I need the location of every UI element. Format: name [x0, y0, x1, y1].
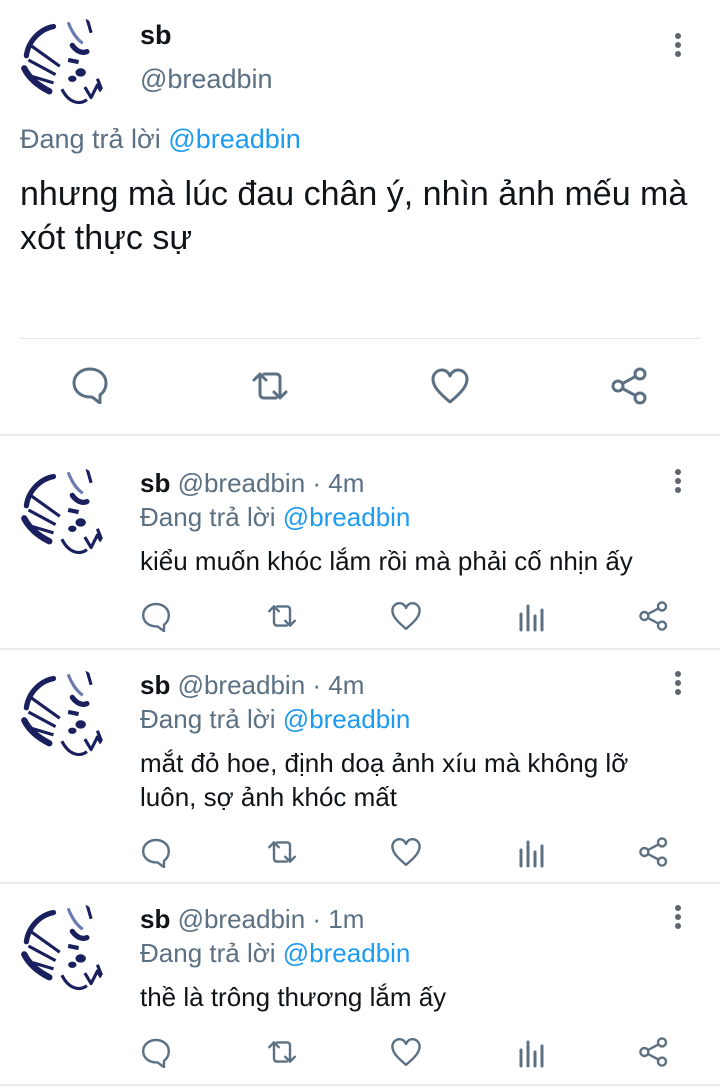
- tweet-text: mắt đỏ hoe, định doạ ảnh xíu mà không lỡ…: [140, 746, 628, 814]
- divider: [0, 1084, 720, 1086]
- reply-icon[interactable]: [140, 836, 172, 868]
- more-options-icon[interactable]: [668, 30, 688, 62]
- tweet-text: nhưng mà lúc đau chân ý, nhìn ảnh mếu mà…: [20, 172, 687, 260]
- retweet-icon[interactable]: [248, 366, 292, 406]
- author-handle-time[interactable]: @breadbin · 4m: [178, 468, 365, 498]
- reply-prefix: Đang trả lời: [20, 124, 161, 154]
- reply-icon[interactable]: [140, 600, 172, 632]
- avatar[interactable]: [18, 666, 112, 760]
- reply-to-link[interactable]: @breadbin: [283, 502, 411, 532]
- tweet-text-line: mắt đỏ hoe, định doạ ảnh xíu mà không lỡ: [140, 748, 629, 778]
- tweet-text-line: kiểu muốn khóc lắm rồi mà phải cố nhịn ấ…: [140, 546, 633, 576]
- like-icon[interactable]: [430, 366, 470, 406]
- reply-prefix: Đang trả lời: [140, 502, 276, 532]
- reply-context: Đang trả lời @breadbin: [140, 704, 410, 735]
- reply-header: sb @breadbin · 4m: [140, 670, 364, 701]
- share-icon[interactable]: [638, 836, 670, 868]
- author-name[interactable]: sb: [140, 904, 170, 934]
- more-options-icon[interactable]: [668, 466, 688, 498]
- tweet-text-line: nhưng mà lúc đau chân ý, nhìn ảnh mếu mà: [20, 175, 688, 213]
- tweet-text-line: luôn, sợ ảnh khóc mất: [140, 782, 397, 812]
- analytics-icon[interactable]: [516, 1036, 548, 1068]
- share-icon[interactable]: [638, 600, 670, 632]
- author-handle[interactable]: @breadbin: [140, 64, 273, 95]
- reply-context: Đang trả lời @breadbin: [140, 502, 410, 533]
- reply-context: Đang trả lời @breadbin: [140, 938, 410, 969]
- author-name[interactable]: sb: [140, 468, 170, 498]
- author-handle-time[interactable]: @breadbin · 1m: [178, 904, 365, 934]
- reply-to-link[interactable]: @breadbin: [168, 124, 301, 154]
- like-icon[interactable]: [390, 600, 422, 632]
- divider: [20, 338, 700, 339]
- retweet-icon[interactable]: [264, 836, 300, 868]
- author-name[interactable]: sb: [140, 670, 170, 700]
- reply-icon[interactable]: [140, 1036, 172, 1068]
- reply-prefix: Đang trả lời: [140, 704, 276, 734]
- reply-context: Đang trả lời @breadbin: [20, 124, 301, 155]
- reply-prefix: Đang trả lời: [140, 938, 276, 968]
- analytics-icon[interactable]: [516, 836, 548, 868]
- author-handle-time[interactable]: @breadbin · 4m: [178, 670, 365, 700]
- retweet-icon[interactable]: [264, 600, 300, 632]
- reply-header: sb @breadbin · 4m: [140, 468, 364, 499]
- analytics-icon[interactable]: [516, 600, 548, 632]
- avatar[interactable]: [18, 900, 112, 994]
- divider: [0, 648, 720, 650]
- avatar[interactable]: [18, 464, 112, 558]
- more-options-icon[interactable]: [668, 668, 688, 700]
- divider: [0, 434, 720, 436]
- reply-to-link[interactable]: @breadbin: [283, 938, 411, 968]
- tweet-text: thề là trông thương lắm ấy: [140, 980, 446, 1014]
- reply-icon[interactable]: [70, 364, 110, 404]
- reply-header: sb @breadbin · 1m: [140, 904, 364, 935]
- share-icon[interactable]: [638, 1036, 670, 1068]
- reply-to-link[interactable]: @breadbin: [283, 704, 411, 734]
- tweet-text: kiểu muốn khóc lắm rồi mà phải cố nhịn ấ…: [140, 544, 633, 578]
- tweet-text-line: xót thực sự: [20, 219, 193, 257]
- share-icon[interactable]: [610, 366, 650, 406]
- like-icon[interactable]: [390, 1036, 422, 1068]
- author-name[interactable]: sb: [140, 20, 172, 51]
- retweet-icon[interactable]: [264, 1036, 300, 1068]
- more-options-icon[interactable]: [668, 902, 688, 934]
- avatar[interactable]: [18, 14, 112, 108]
- tweet-text-line: thề là trông thương lắm ấy: [140, 982, 447, 1012]
- divider: [0, 882, 720, 884]
- like-icon[interactable]: [390, 836, 422, 868]
